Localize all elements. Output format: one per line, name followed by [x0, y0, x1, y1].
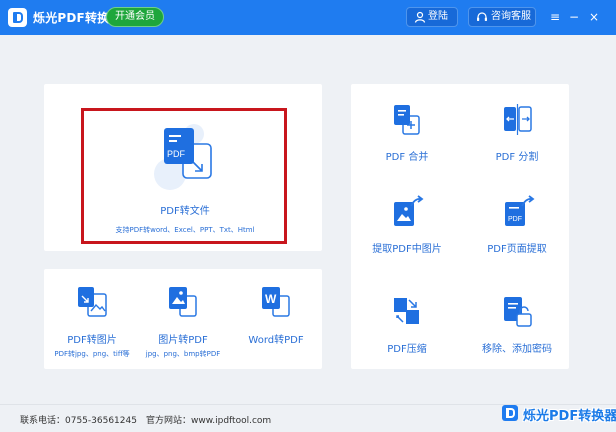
title-bar: 烁光PDF转换器 开通会员 登陆 咨询客服 ≡ − ×: [0, 0, 616, 35]
watermark-text: 烁光PDF转换器: [523, 409, 616, 424]
tool-label: PDF转图片: [67, 335, 117, 346]
login-label: 登陆: [428, 11, 448, 22]
extract-image-icon: [394, 195, 424, 226]
word-to-pdf-icon: W: [262, 287, 290, 317]
vip-button[interactable]: 开通会员: [106, 7, 164, 27]
pdf-to-image-icon: [78, 287, 107, 317]
support-button[interactable]: 咨询客服: [468, 7, 536, 27]
login-button[interactable]: 登陆: [406, 7, 458, 27]
contact-phone: 联系电话：0755-36561245: [20, 416, 137, 426]
website-link[interactable]: 官方网站：www.ipdftool.com: [146, 413, 271, 426]
tool-pdf-merge[interactable]: PDF 合并: [370, 102, 444, 163]
close-icon[interactable]: ×: [587, 8, 601, 26]
tool-pdf-split[interactable]: PDF 分割: [480, 102, 554, 163]
minimize-icon[interactable]: −: [567, 8, 581, 26]
user-icon: [414, 11, 426, 23]
tool-label: PDF 分割: [495, 152, 539, 163]
tool-label: 提取PDF中图片: [372, 244, 442, 255]
tool-extract-page[interactable]: PDF PDF页面提取: [478, 194, 556, 255]
menu-icon[interactable]: ≡: [548, 8, 562, 26]
pdf-split-icon: [504, 104, 532, 135]
svg-text:PDF: PDF: [508, 216, 522, 223]
tool-pdf-compress[interactable]: PDF压缩: [370, 294, 444, 355]
password-icon: [504, 297, 532, 327]
app-logo-icon: [8, 8, 27, 27]
tool-image-to-pdf[interactable]: 图片转PDF jpg、png、bmp转PDF: [140, 284, 226, 359]
pdf-compress-icon: [394, 298, 419, 324]
tool-sub: PDF转jpg、png、tiff等: [54, 350, 130, 358]
tool-pdf-to-image[interactable]: PDF转图片 PDF转jpg、png、tiff等: [52, 284, 132, 359]
tool-label: PDF页面提取: [487, 244, 547, 255]
tool-sub: jpg、png、bmp转PDF: [145, 350, 221, 358]
image-to-pdf-icon: [169, 287, 197, 317]
svg-text:W: W: [265, 292, 277, 306]
selection-highlight: [81, 108, 287, 244]
support-label: 咨询客服: [491, 11, 531, 22]
tool-label: PDF 合并: [385, 152, 429, 163]
tool-label: Word转PDF: [248, 335, 304, 346]
tool-label: 图片转PDF: [158, 335, 208, 346]
tool-extract-image[interactable]: 提取PDF中图片: [362, 194, 452, 255]
tool-label: 移除、添加密码: [482, 344, 552, 355]
tool-password[interactable]: 移除、添加密码: [474, 294, 560, 355]
extract-page-icon: PDF: [505, 195, 535, 226]
tool-label: PDF压缩: [387, 344, 427, 355]
pdf-merge-icon: [394, 105, 420, 135]
tool-word-to-pdf[interactable]: W Word转PDF: [240, 284, 312, 346]
headset-icon: [477, 12, 487, 21]
watermark-logo-icon: [502, 405, 518, 421]
